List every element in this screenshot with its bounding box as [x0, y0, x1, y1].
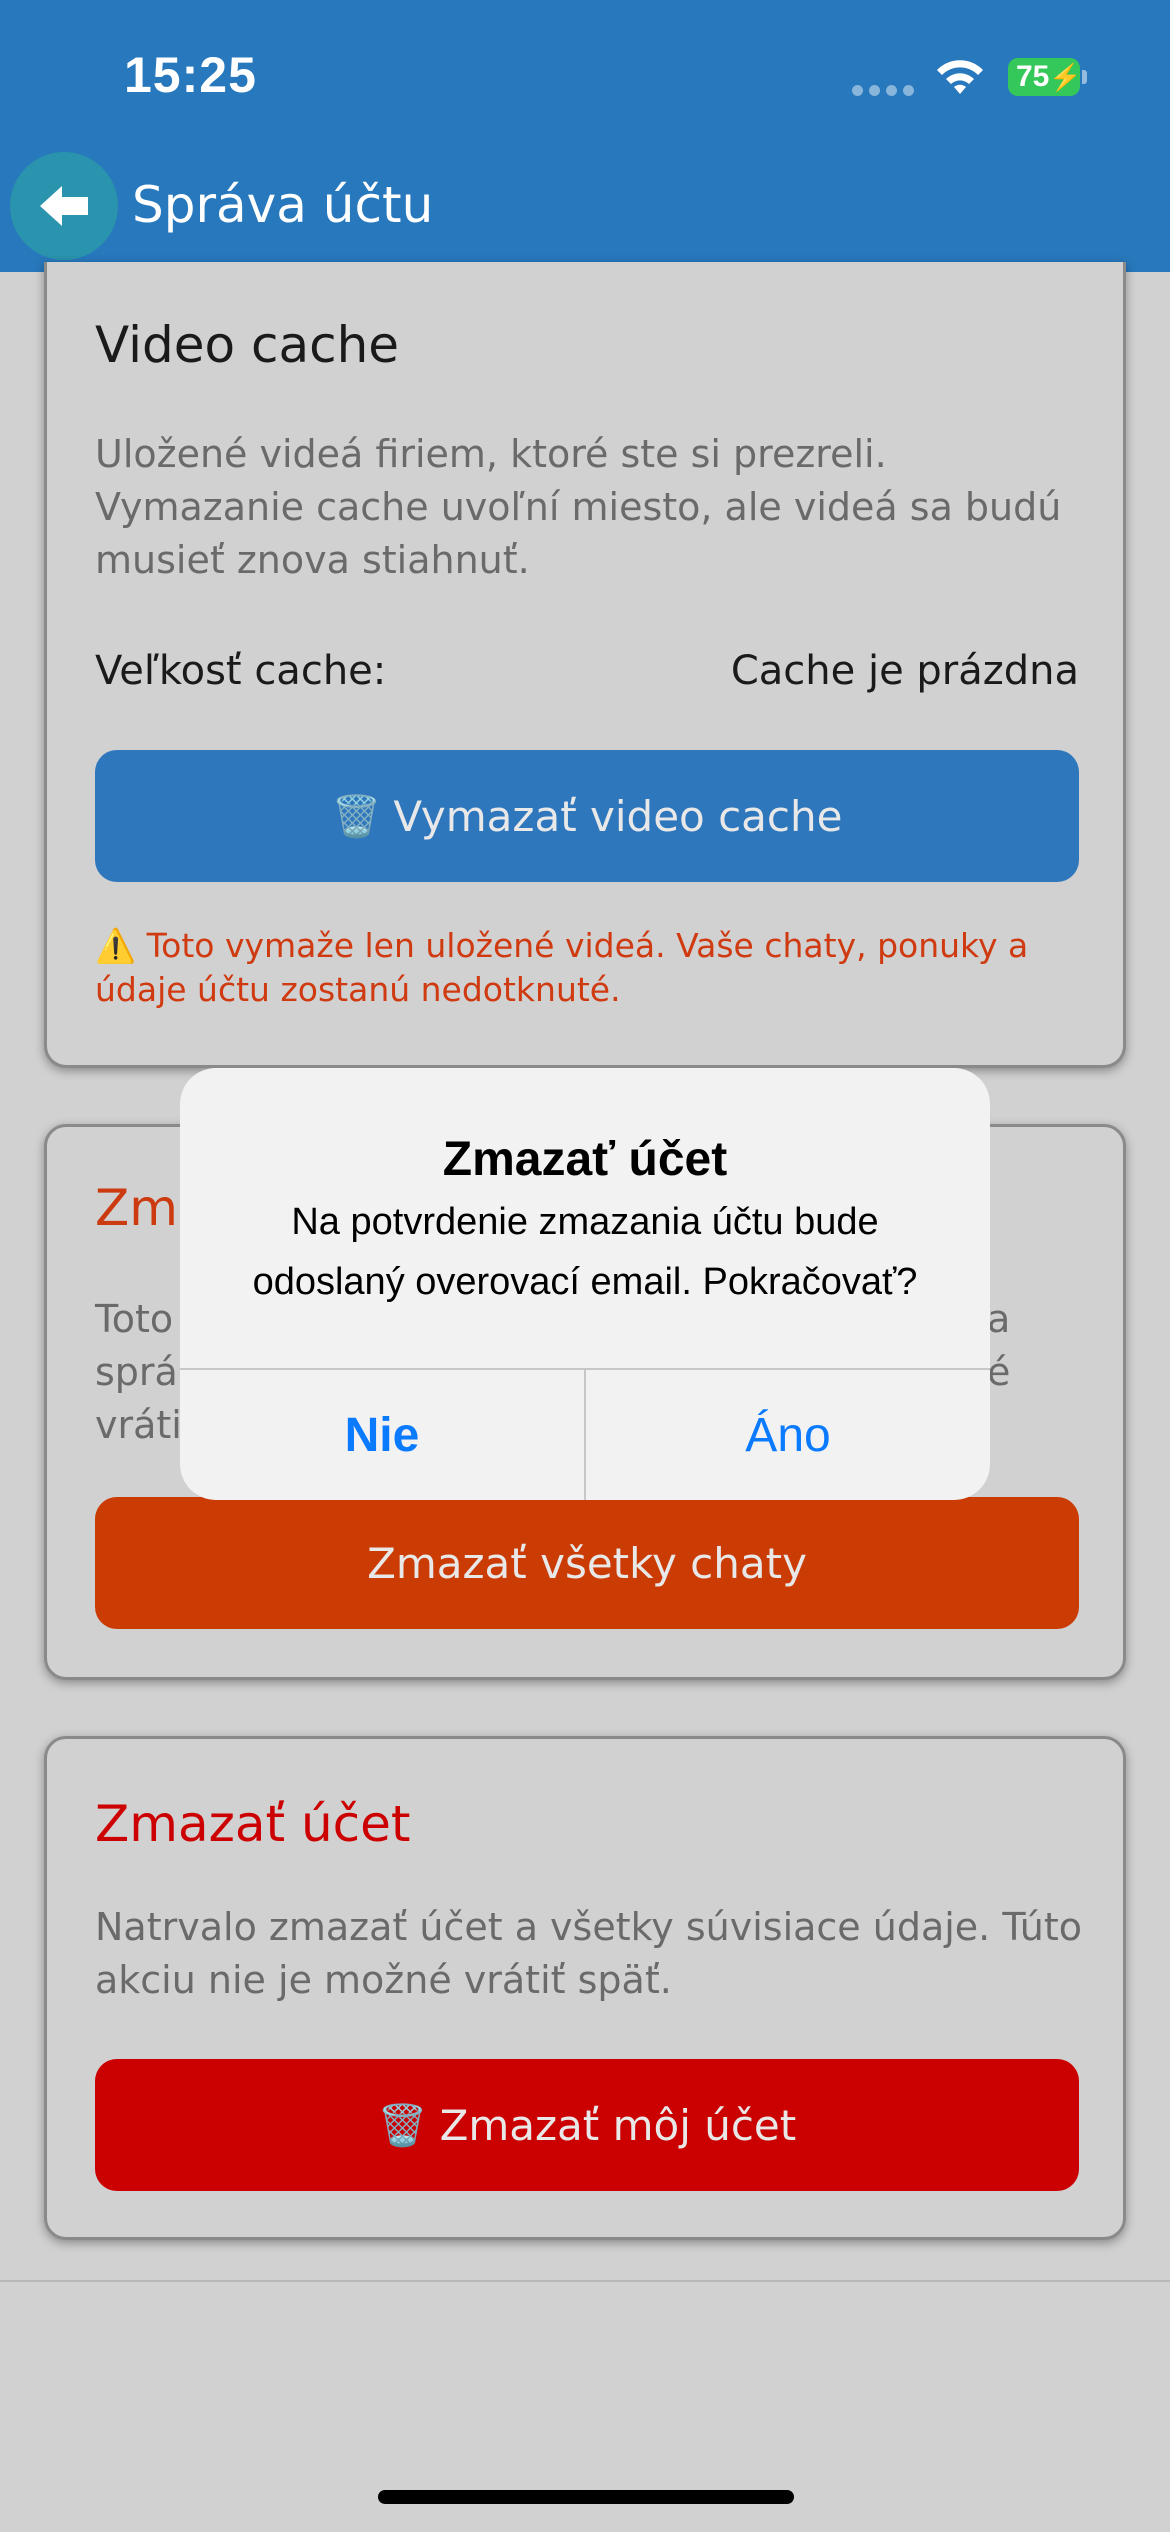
status-time: 15:25	[124, 47, 257, 103]
cache-size-label: Veľkosť cache:	[95, 648, 387, 694]
trash-icon: 🗑️	[331, 793, 382, 840]
screen-title: Správa účtu	[132, 176, 434, 234]
video-cache-title: Video cache	[95, 316, 400, 374]
cache-warning: ⚠️ Toto vymaže len uložené videá. Vaše c…	[95, 924, 1095, 1012]
cache-size-value: Cache je prázdna	[730, 648, 1079, 694]
alert-confirm-button[interactable]: Áno	[586, 1370, 990, 1500]
cache-size-row: Veľkosť cache: Cache je prázdna	[95, 648, 1079, 694]
back-button[interactable]	[10, 152, 118, 260]
trash-icon: 🗑️	[377, 2102, 428, 2149]
delete-account-title: Zmazať účet	[95, 1795, 411, 1853]
delete-account-alert: Zmazať účet Na potvrdenie zmazania účtu …	[180, 1068, 990, 1500]
back-arrow-icon	[40, 186, 88, 226]
delete-account-card: Zmazať účet Natrvalo zmazať účet a všetk…	[44, 1736, 1126, 2240]
alert-title: Zmazať účet	[442, 1133, 728, 1186]
delete-account-description: Natrvalo zmazať účet a všetky súvisiace …	[95, 1905, 1083, 2002]
delete-all-chats-button[interactable]: Zmazať všetky chaty	[95, 1497, 1079, 1629]
video-cache-card: Video cache Uložené videá firiem, ktoré …	[44, 262, 1126, 1068]
app-header: 15:25 75⚡ Správa účtu	[0, 0, 1170, 272]
alert-message: Na potvrdenie zmazania účtu bude odoslan…	[252, 1201, 918, 1303]
bottom-divider	[0, 2280, 1170, 2282]
alert-cancel-button[interactable]: Nie	[180, 1370, 584, 1500]
clear-video-cache-label: Vymazať video cache	[393, 791, 843, 841]
wifi-icon	[937, 60, 983, 94]
delete-chats-line-1: Toto	[95, 1297, 174, 1341]
battery-cap	[1082, 70, 1087, 84]
delete-chats-fragment-right-2: é	[987, 1350, 1011, 1394]
delete-all-chats-label: Zmazať všetky chaty	[367, 1538, 807, 1588]
battery-level: 75	[1016, 60, 1050, 93]
delete-my-account-label: Zmazať môj účet	[439, 2100, 797, 2150]
delete-chats-line-3: vráti	[95, 1403, 182, 1447]
delete-chats-line-2: sprá	[95, 1350, 178, 1394]
delete-my-account-button[interactable]: 🗑️ Zmazať môj účet	[95, 2059, 1079, 2191]
clear-video-cache-button[interactable]: 🗑️ Vymazať video cache	[95, 750, 1079, 882]
battery-icon: 75⚡	[1008, 58, 1082, 96]
cache-warning-text: Toto vymaže len uložené videá. Vaše chat…	[95, 926, 1029, 1009]
cellular-signal-icon	[852, 84, 918, 96]
home-indicator[interactable]	[378, 2490, 794, 2504]
warning-icon: ⚠️	[95, 926, 137, 965]
delete-chats-fragment-right-1: a	[987, 1297, 1011, 1341]
video-cache-description: Uložené videá firiem, ktoré ste si prezr…	[95, 432, 1062, 582]
